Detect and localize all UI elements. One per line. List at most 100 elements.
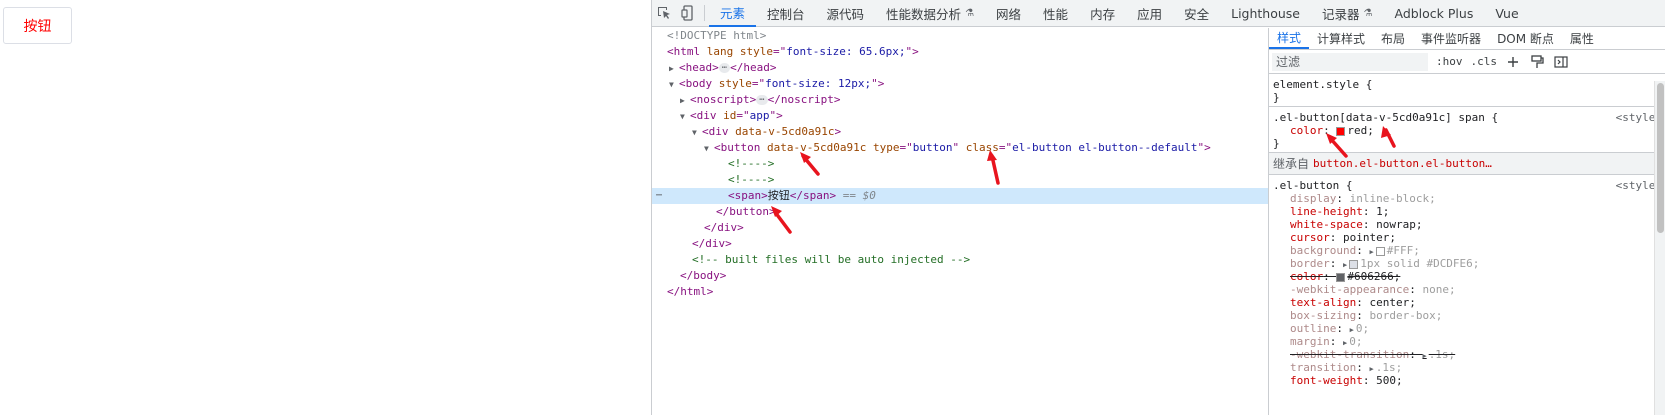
expanded-triangle-icon[interactable]: ▼	[704, 141, 714, 157]
plus-icon[interactable]	[1505, 54, 1521, 70]
devtools-tab[interactable]: Vue	[1484, 0, 1529, 27]
tag-close: </div>	[692, 237, 732, 250]
ellipsis-icon[interactable]: ⋯	[718, 63, 731, 73]
dom-div-close[interactable]: </div>	[652, 236, 1307, 252]
devtools-tab[interactable]: Lighthouse	[1220, 0, 1311, 27]
color-swatch[interactable]	[1349, 259, 1359, 269]
hov-toggle[interactable]: :hov	[1436, 55, 1463, 68]
dom-built-comment[interactable]: <!-- built files will be auto injected -…	[652, 252, 1307, 268]
dom-body-close[interactable]: </body>	[652, 268, 1307, 284]
attr-name: type	[872, 141, 900, 154]
tag-open: <span>	[728, 189, 768, 202]
ellipsis-icon[interactable]: ⋯	[756, 95, 768, 105]
css-declaration[interactable]: text-align: center;	[1273, 296, 1662, 309]
css-declaration[interactable]: font-weight: 500;	[1273, 374, 1662, 387]
cls-toggle[interactable]: .cls	[1471, 55, 1498, 68]
styles-tab[interactable]: 布局	[1373, 28, 1413, 49]
dom-comment[interactable]: <!---->	[652, 172, 1307, 188]
inspect-element-icon[interactable]	[652, 0, 676, 26]
styles-tab[interactable]: 样式	[1269, 28, 1310, 49]
color-swatch[interactable]	[1336, 272, 1346, 282]
expand-shorthand-icon[interactable]: ▶	[1343, 339, 1347, 347]
dom-button-close[interactable]: </button>	[652, 204, 1307, 220]
css-declaration[interactable]: line-height: 1;	[1273, 205, 1662, 218]
el-button[interactable]: 按钮	[3, 7, 72, 44]
scroll-thumb[interactable]	[1657, 83, 1664, 233]
css-declaration[interactable]: box-sizing: border-box;	[1273, 309, 1662, 322]
collapsed-triangle-icon[interactable]: ▶	[680, 93, 690, 109]
devtools-tab[interactable]: 内存	[1079, 0, 1126, 27]
dom-body-open[interactable]: ▼ <body style="font-size: 12px;">	[652, 76, 1307, 92]
css-declaration[interactable]: border: ▶ 1px solid #DCDFE6;	[1273, 257, 1662, 270]
tag-name: div	[708, 125, 729, 138]
css-declaration[interactable]: color: red;	[1273, 124, 1662, 137]
expanded-triangle-icon[interactable]: ▼	[669, 77, 679, 93]
inherited-from-header: 继承自 button.el-button.el-button…	[1269, 153, 1665, 175]
device-toolbar-icon[interactable]	[676, 0, 700, 26]
tab-label: 网络	[996, 6, 1022, 22]
paint-brush-icon[interactable]	[1529, 54, 1545, 70]
dom-noscript[interactable]: ▶ <noscript> ⋯ </noscript>	[652, 92, 1307, 108]
el-button-rule[interactable]: <style> .el-button { display: inline-blo…	[1269, 175, 1665, 389]
expand-shorthand-icon[interactable]: ▶	[1369, 248, 1373, 256]
expand-shorthand-icon[interactable]: ▶	[1422, 352, 1426, 360]
rule-selector: .el-button[data-v-5cd0a91c] span {	[1273, 111, 1499, 124]
styles-tab[interactable]: 计算样式	[1309, 28, 1373, 49]
css-declaration[interactable]: -webkit-appearance: none;	[1273, 283, 1662, 296]
css-declaration[interactable]: cursor: pointer;	[1273, 231, 1662, 244]
dom-div-close[interactable]: </div>	[652, 220, 1307, 236]
devtools-tab[interactable]: 性能数据分析 ⚗	[875, 0, 985, 27]
dom-html-open[interactable]: <html lang style="font-size: 65.6px;">	[652, 44, 1307, 60]
dom-html-close[interactable]: </html>	[652, 284, 1307, 300]
devtools-tab[interactable]: 性能	[1032, 0, 1079, 27]
css-declaration[interactable]: margin: ▶ 0;	[1273, 335, 1662, 348]
expand-shorthand-icon[interactable]: ▶	[1343, 261, 1347, 269]
styles-tab[interactable]: DOM 断点	[1489, 28, 1562, 49]
expanded-triangle-icon[interactable]: ▼	[680, 109, 690, 125]
collapsed-triangle-icon[interactable]: ▶	[669, 61, 679, 77]
dom-div-app[interactable]: ▼ <div id="app">	[652, 108, 1307, 124]
dom-doctype[interactable]: <!DOCTYPE html>	[652, 28, 1307, 44]
css-declaration[interactable]: -webkit-transition: ▶ .1s;	[1273, 348, 1662, 361]
devtools-tab[interactable]: Adblock Plus	[1383, 0, 1484, 27]
expand-shorthand-icon[interactable]: ▶	[1369, 365, 1373, 373]
css-declaration[interactable]: white-space: nowrap;	[1273, 218, 1662, 231]
tab-label: 应用	[1137, 6, 1163, 22]
color-swatch[interactable]	[1375, 246, 1385, 256]
css-declaration[interactable]: display: inline-block;	[1273, 192, 1662, 205]
property-name: -webkit-transition	[1290, 348, 1410, 361]
experiment-flask-icon: ⚗	[965, 7, 975, 19]
expand-shorthand-icon[interactable]: ▶	[1350, 326, 1354, 334]
devtools-tab[interactable]: 元素	[709, 0, 757, 27]
css-declaration[interactable]: outline: ▶ 0;	[1273, 322, 1662, 335]
dom-div-v[interactable]: ▼ <div data-v-5cd0a91c>	[652, 124, 1307, 140]
styles-filter-input[interactable]	[1272, 52, 1428, 71]
rule-close: }	[1273, 91, 1280, 104]
toggle-sidebar-icon[interactable]	[1553, 54, 1569, 70]
element-style-rule[interactable]: element.style { }	[1269, 74, 1665, 107]
css-declaration[interactable]: transition: ▶ .1s;	[1273, 361, 1662, 374]
devtools-tab[interactable]: 网络	[985, 0, 1032, 27]
dom-button[interactable]: ▼ <button data-v-5cd0a91c type="button" c…	[652, 140, 1307, 156]
styles-tab[interactable]: 事件监听器	[1413, 28, 1489, 49]
devtools-tab[interactable]: 控制台	[756, 0, 816, 27]
expanded-triangle-icon[interactable]: ▼	[692, 125, 702, 141]
inherited-element-link[interactable]: button.el-button.el-button…	[1313, 157, 1492, 170]
color-swatch[interactable]	[1336, 126, 1346, 136]
styles-scrollbar[interactable]	[1654, 81, 1665, 415]
css-declaration[interactable]: background: ▶ #FFF;	[1273, 244, 1662, 257]
comment-text: <!-- built files will be auto injected -…	[692, 253, 971, 266]
styles-tab[interactable]: 属性	[1562, 28, 1602, 49]
devtools-tab[interactable]: 应用	[1126, 0, 1173, 27]
css-declaration[interactable]: color: #606266;	[1273, 270, 1662, 283]
dom-comment[interactable]: <!---->	[652, 156, 1307, 172]
devtools-tab[interactable]: 记录器 ⚗	[1311, 0, 1383, 27]
row-menu-icon[interactable]: ⋯	[656, 188, 662, 204]
dom-head[interactable]: ▶ <head> ⋯ </head>	[652, 60, 1307, 76]
tab-label: 性能数据分析	[886, 6, 962, 22]
span-color-rule[interactable]: <style> .el-button[data-v-5cd0a91c] span…	[1269, 107, 1665, 153]
devtools-tab[interactable]: 安全	[1173, 0, 1220, 27]
devtools-tab[interactable]: 源代码	[816, 0, 876, 27]
dom-span-selected[interactable]: ⋯ <span>按钮</span> == $0	[652, 188, 1307, 204]
tab-label: 记录器	[1322, 6, 1360, 22]
